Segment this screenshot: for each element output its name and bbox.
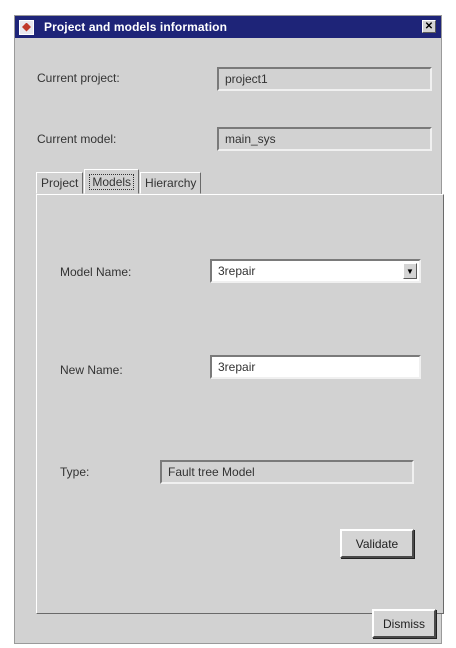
current-project-field: project1 — [217, 67, 432, 91]
current-model-label: Current model: — [37, 132, 117, 146]
tab-bar: Project Models Hierarchy — [36, 169, 202, 194]
models-tab-panel: Model Name: 3repair ▼ New Name: 3repair … — [36, 194, 444, 614]
tab-hierarchy[interactable]: Hierarchy — [140, 172, 202, 194]
new-name-label: New Name: — [60, 363, 123, 377]
app-icon — [19, 19, 34, 35]
tab-hierarchy-label: Hierarchy — [145, 176, 197, 190]
tab-project-label: Project — [41, 176, 79, 190]
chevron-down-icon[interactable]: ▼ — [403, 263, 417, 279]
validate-button[interactable]: Validate — [340, 529, 414, 558]
tab-models[interactable]: Models — [84, 169, 140, 194]
title-bar[interactable]: Project and models information ✕ — [15, 16, 441, 38]
dismiss-button[interactable]: Dismiss — [372, 609, 436, 638]
window-title: Project and models information — [44, 20, 228, 34]
tab-project[interactable]: Project — [36, 172, 84, 194]
type-label: Type: — [60, 465, 90, 479]
model-name-label: Model Name: — [60, 265, 132, 279]
current-project-label: Current project: — [37, 71, 120, 85]
current-model-field: main_sys — [217, 127, 432, 151]
model-name-value: 3repair — [218, 264, 256, 278]
close-icon[interactable]: ✕ — [422, 20, 436, 33]
tab-models-label: Models — [89, 174, 135, 190]
type-field: Fault tree Model — [160, 460, 414, 484]
project-models-dialog: Project and models information ✕ Current… — [14, 15, 444, 644]
new-name-input[interactable]: 3repair — [210, 355, 421, 379]
model-name-select[interactable]: 3repair ▼ — [210, 259, 421, 283]
